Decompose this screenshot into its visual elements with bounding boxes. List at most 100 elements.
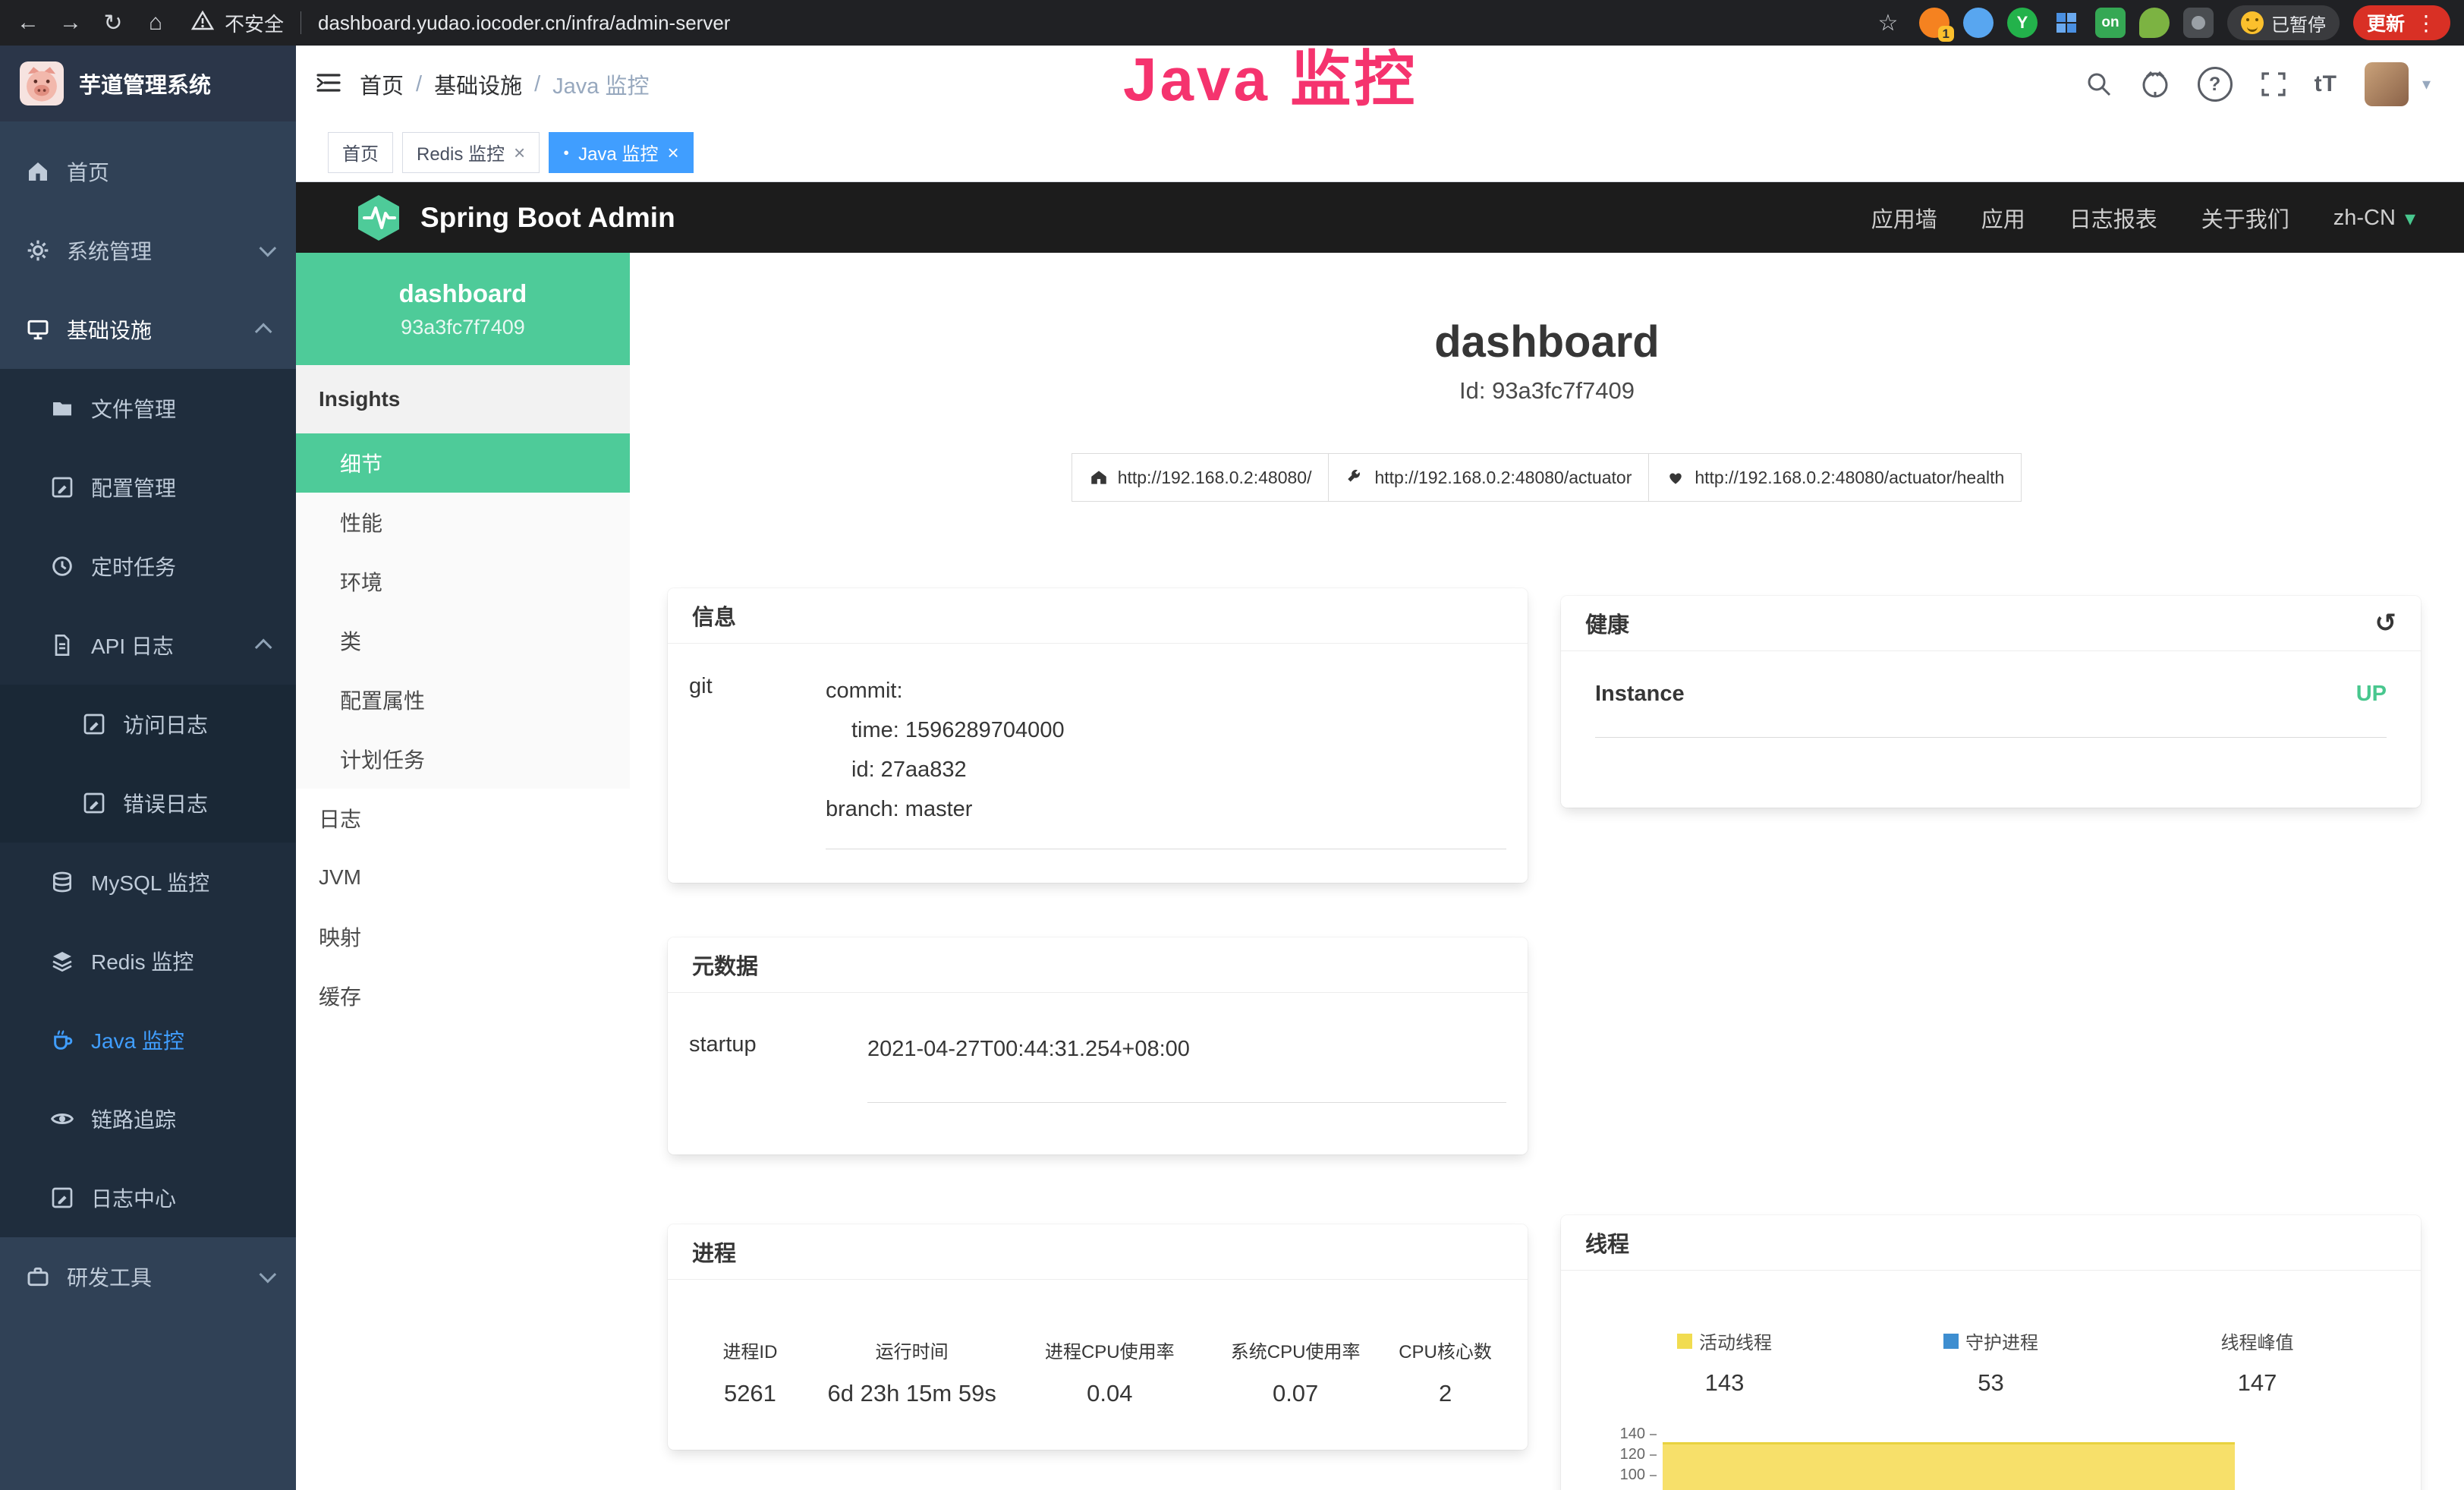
legend-live-threads[interactable]: 活动线程 143 (1591, 1328, 1858, 1397)
tag-home[interactable]: 首页 (328, 132, 393, 173)
tick-mark (1650, 1475, 1657, 1476)
tag-java-monitor[interactable]: ● Java 监控 × (549, 132, 693, 173)
health-instance-label[interactable]: Instance (1595, 682, 1685, 707)
tag-redis-monitor[interactable]: Redis 监控 × (402, 132, 540, 173)
menu-item-environment[interactable]: 环境 (296, 552, 630, 611)
sidebar-item-config-mgmt[interactable]: 配置管理 (0, 448, 296, 527)
house-icon (1089, 468, 1109, 487)
process-col-header: 系统CPU使用率 (1207, 1337, 1383, 1363)
profile-paused-chip[interactable]: 已暂停 (2227, 5, 2340, 40)
tag-close-icon[interactable]: × (667, 143, 678, 162)
menu-item-caches[interactable]: 缓存 (296, 966, 630, 1025)
sidebar-item-file-mgmt[interactable]: 文件管理 (0, 369, 296, 448)
back-icon[interactable]: ← (11, 5, 46, 40)
ext-drop-icon[interactable] (1963, 8, 1994, 38)
avatar-caret-icon[interactable]: ▾ (2422, 74, 2431, 94)
service-url-link[interactable]: http://192.168.0.2:48080/ (1072, 453, 1330, 502)
sba-nav-journal[interactable]: 日志报表 (2069, 202, 2157, 234)
breadcrumb-home[interactable]: 首页 (360, 68, 404, 100)
menu-item-mappings[interactable]: 映射 (296, 907, 630, 966)
threads-legend: 活动线程 143 守护进程 53 线程峰值 147 (1591, 1328, 2390, 1397)
menu-item-label: 计划任务 (340, 744, 425, 774)
legend-daemon-threads[interactable]: 守护进程 53 (1858, 1328, 2124, 1397)
sidebar-item-label: 系统管理 (67, 235, 152, 266)
menu-item-label: 细节 (340, 448, 382, 478)
reload-icon[interactable]: ↻ (96, 5, 131, 40)
address-bar[interactable]: 不安全 dashboard.yudao.iocoder.cn/infra/adm… (184, 9, 1857, 37)
menu-item-config-props[interactable]: 配置属性 (296, 670, 630, 729)
menu-item-logs[interactable]: 日志 (296, 789, 630, 848)
breadcrumb-infra[interactable]: 基础设施 (434, 68, 522, 100)
sidebar-item-system-mgmt[interactable]: 系统管理 (0, 211, 296, 290)
chart-y-axis: 140 120 100 (1591, 1424, 1657, 1490)
search-icon[interactable] (2085, 71, 2113, 98)
ext-grid-icon[interactable] (2051, 8, 2082, 38)
chevron-up-icon (255, 639, 272, 657)
sba-nav-applications[interactable]: 应用 (1981, 202, 2025, 234)
update-button[interactable]: 更新 ⋮ (2353, 5, 2450, 40)
sidebar-item-label: 文件管理 (91, 393, 176, 424)
menu-item-performance[interactable]: 性能 (296, 493, 630, 552)
health-url-link[interactable]: http://192.168.0.2:48080/actuator/health (1648, 453, 2022, 502)
sidebar-item-log-center[interactable]: 日志中心 (0, 1158, 296, 1237)
history-icon[interactable]: ↺ (2375, 608, 2397, 638)
legend-value: 53 (1858, 1369, 2124, 1397)
actuator-url-link[interactable]: http://192.168.0.2:48080/actuator (1328, 453, 1649, 502)
github-icon[interactable] (2140, 69, 2170, 99)
instance-header[interactable]: dashboard 93a3fc7f7409 (296, 253, 630, 365)
sba-nav-about[interactable]: 关于我们 (2201, 202, 2289, 234)
sidebar-item-access-log[interactable]: 访问日志 (0, 685, 296, 764)
user-avatar[interactable] (2365, 62, 2409, 106)
breadcrumb-current: Java 监控 (552, 68, 649, 100)
sidebar-item-scheduled-jobs[interactable]: 定时任务 (0, 527, 296, 606)
help-icon[interactable]: ? (2198, 67, 2233, 102)
home-nav-icon[interactable]: ⌂ (138, 5, 173, 40)
sba-nav-wallboard[interactable]: 应用墙 (1871, 202, 1937, 234)
fullscreen-icon[interactable] (2260, 71, 2287, 98)
menu-item-jvm[interactable]: JVM (296, 848, 630, 907)
sidebar-item-dev-tools[interactable]: 研发工具 (0, 1237, 296, 1316)
legend-value: 143 (1591, 1369, 1858, 1397)
sidebar-item-trace[interactable]: 链路追踪 (0, 1079, 296, 1158)
ext-on-icon[interactable]: on (2095, 8, 2126, 38)
smiley-avatar-icon (2241, 11, 2264, 34)
sidebar-item-mysql-monitor[interactable]: MySQL 监控 (0, 843, 296, 921)
browser-menu-icon[interactable]: ⋮ (2415, 11, 2437, 36)
info-line: id: 27aa832 (826, 750, 1506, 789)
ext-dark-icon[interactable] (2183, 8, 2214, 38)
menu-item-scheduled-tasks[interactable]: 计划任务 (296, 729, 630, 789)
tag-label: Java 监控 (578, 139, 658, 165)
sba-brand[interactable]: Spring Boot Admin (296, 194, 675, 242)
info-value: commit: time: 1596289704000 id: 27aa832 … (826, 671, 1506, 849)
menu-item-details[interactable]: 细节 (296, 433, 630, 493)
app-logo[interactable]: 芋道管理系统 (0, 46, 296, 121)
sidebar-item-error-log[interactable]: 错误日志 (0, 764, 296, 843)
left-card-column: 信息 git commit: time: 1596289704000 id: 2… (668, 588, 1528, 1490)
breadcrumb-separator: / (534, 72, 540, 97)
bookmark-star-icon[interactable]: ☆ (1871, 5, 1905, 40)
metadata-value: 2021-04-27T00:44:31.254+08:00 (867, 1029, 1506, 1069)
sidebar-item-java-monitor[interactable]: Java 监控 (0, 1000, 296, 1079)
ext-leaf-icon[interactable] (2139, 8, 2170, 38)
locale-select[interactable]: zh-CN ▾ (2333, 206, 2415, 231)
metadata-key: startup (689, 1029, 867, 1103)
active-dot-icon: ● (563, 147, 569, 157)
sidebar-item-home[interactable]: 首页 (0, 132, 296, 211)
process-col-header: 运行时间 (812, 1337, 1012, 1363)
process-col-header: 进程ID (698, 1337, 802, 1363)
breadcrumb-separator: / (416, 72, 422, 97)
url-text[interactable]: dashboard.yudao.iocoder.cn/infra/admin-s… (318, 11, 730, 35)
menu-item-classes[interactable]: 类 (296, 611, 630, 670)
security-label[interactable]: 不安全 (225, 9, 284, 37)
tag-close-icon[interactable]: × (514, 143, 525, 162)
sidebar-item-redis-monitor[interactable]: Redis 监控 (0, 921, 296, 1000)
ext-green-y-icon[interactable]: Y (2007, 8, 2038, 38)
ext-orange-icon[interactable]: 1 (1919, 8, 1949, 38)
font-size-icon[interactable]: tT (2315, 71, 2337, 97)
hamburger-icon[interactable] (316, 71, 341, 98)
forward-icon[interactable]: → (53, 5, 88, 40)
sidebar-item-infrastructure[interactable]: 基础设施 (0, 290, 296, 369)
sidebar-item-api-log[interactable]: API 日志 (0, 606, 296, 685)
process-value: 6d 23h 15m 59s (812, 1380, 1012, 1407)
sidebar-item-label: 研发工具 (67, 1262, 152, 1292)
